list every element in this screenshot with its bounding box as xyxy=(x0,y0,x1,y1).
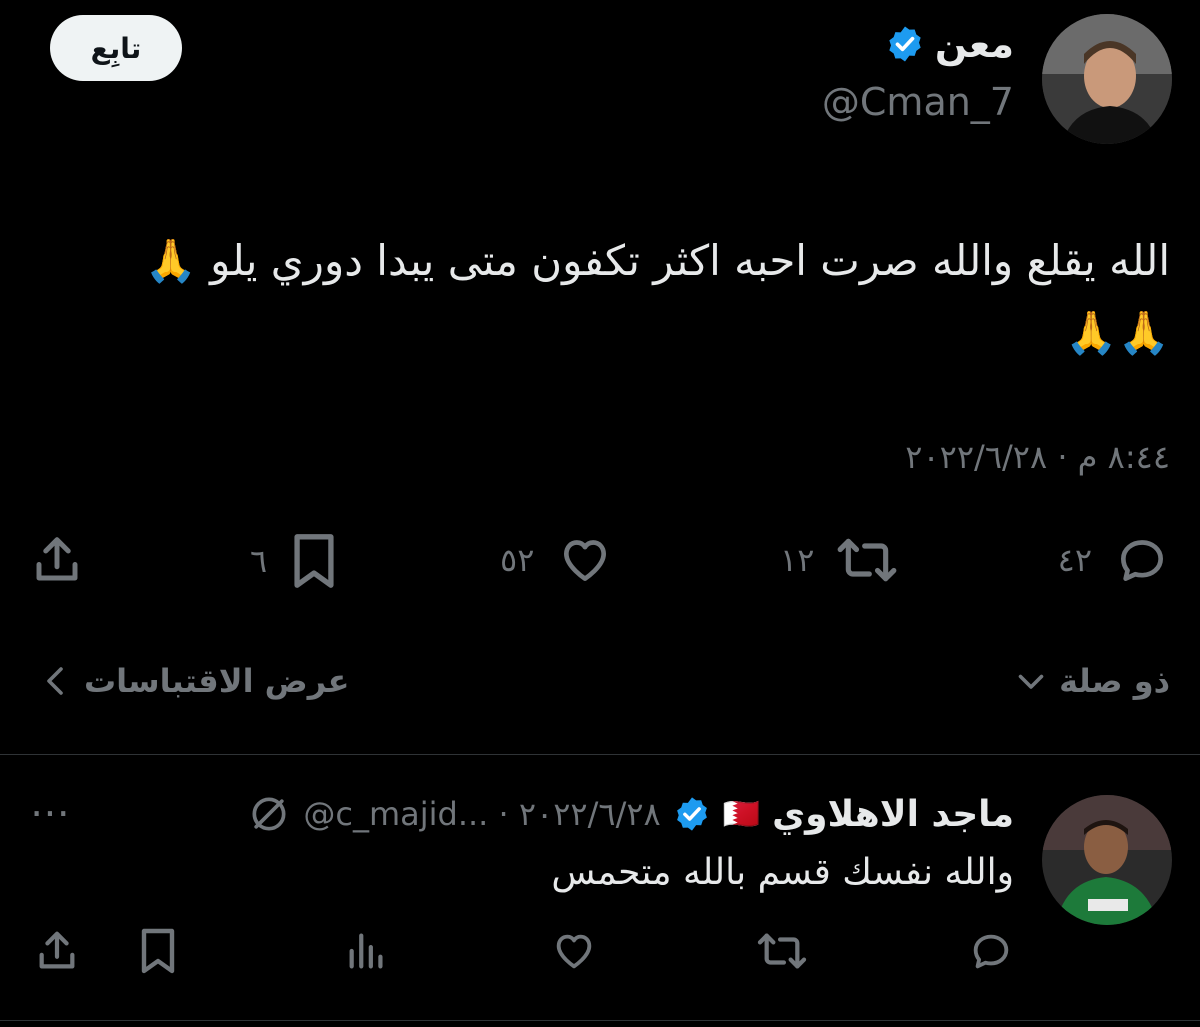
tweet-timestamp[interactable]: ٨:٤٤ م · ٢٠٢٢/٦/٢٨ xyxy=(905,438,1170,476)
related-label: ذو صلة xyxy=(1059,662,1170,700)
heart-icon xyxy=(556,934,592,969)
retweet-icon xyxy=(837,538,897,582)
heart-icon xyxy=(564,540,607,581)
reply-bookmark-action[interactable] xyxy=(138,926,178,980)
bookmark-count: ٦ xyxy=(250,542,268,580)
tweet-text-line-2: 🙏🙏 xyxy=(1065,308,1170,357)
bookmark-icon xyxy=(294,534,334,588)
chevron-left-icon xyxy=(47,667,63,695)
reply-text: والله نفسك قسم بالله متحمس xyxy=(551,852,1014,893)
author-name[interactable]: معن xyxy=(935,22,1014,66)
reply-reply-action[interactable] xyxy=(968,928,1014,978)
reply-meta[interactable]: @c_majid... · ٢٠٢٢/٦/٢٨ xyxy=(303,795,660,833)
view-quotes-label: عرض الاقتباسات xyxy=(84,662,350,700)
reply-count: ٤٢ xyxy=(1057,541,1092,579)
retweet-action[interactable]: ١٢ xyxy=(780,532,898,588)
section-divider xyxy=(0,754,1200,755)
chevron-down-icon xyxy=(1018,674,1044,689)
related-dropdown[interactable]: ذو صلة xyxy=(1013,662,1170,700)
bookmark-icon xyxy=(141,928,175,974)
tweet-text: الله يقلع والله صرت احبه اكثر تكفون متى … xyxy=(60,225,1170,369)
more-options-button[interactable]: ⋯ xyxy=(30,790,70,836)
reply-views-action[interactable] xyxy=(344,928,390,978)
tweet-text-line-1: الله يقلع والله صرت احبه اكثر تكفون متى … xyxy=(144,236,1170,285)
author-avatar-image xyxy=(1042,14,1172,144)
reply-share-action[interactable] xyxy=(34,928,80,978)
view-quotes-link[interactable]: عرض الاقتباسات xyxy=(40,662,349,700)
analytics-icon xyxy=(349,933,383,969)
retweet-count: ١٢ xyxy=(780,541,815,579)
share-action[interactable] xyxy=(30,532,84,588)
reply-avatar[interactable] xyxy=(1042,795,1172,925)
like-action[interactable]: ٥٢ xyxy=(500,532,614,588)
reply-author-name[interactable]: ماجد الاهلاوي xyxy=(772,794,1014,835)
reply-retweet-action[interactable] xyxy=(756,928,808,978)
verified-badge-icon xyxy=(676,797,707,831)
author-handle[interactable]: @Cman_7 xyxy=(822,80,1014,124)
reply-author-flag: 🇧🇭 xyxy=(722,796,761,832)
share-icon xyxy=(36,537,78,581)
retweet-icon xyxy=(757,933,807,969)
verified-badge-icon xyxy=(889,26,921,62)
reply-avatar-image xyxy=(1042,795,1172,925)
reply-action[interactable]: ٤٢ xyxy=(1058,532,1170,588)
bottom-divider xyxy=(0,1020,1200,1021)
author-avatar[interactable] xyxy=(1042,14,1172,144)
share-icon xyxy=(39,931,75,969)
muted-circle-slash-icon xyxy=(252,797,286,831)
bookmark-action[interactable]: ٦ xyxy=(250,532,339,590)
reply-icon xyxy=(1121,540,1163,581)
follow-button[interactable]: تابِع xyxy=(50,15,182,81)
reply-like-action[interactable] xyxy=(550,928,598,978)
like-count: ٥٢ xyxy=(500,541,535,579)
reply-icon xyxy=(973,934,1009,969)
